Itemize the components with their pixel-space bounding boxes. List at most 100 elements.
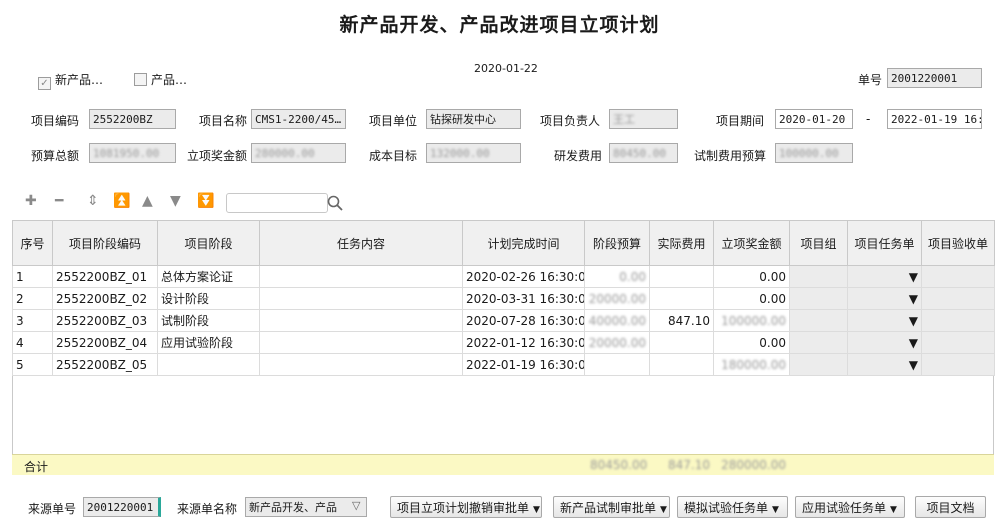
- budget-total-label: 预算总额: [31, 149, 80, 163]
- trial-budget-field[interactable]: 100000.00: [775, 143, 853, 163]
- due-time[interactable]: 2022-01-19 16:30:00: [462, 353, 585, 376]
- period-end-field[interactable]: 2022-01-19 16:3: [887, 109, 982, 129]
- table-row[interactable]: 1 2552200BZ_01 总体方案论证 2020-02-26 16:30:0…: [12, 265, 995, 288]
- stage-code[interactable]: 2552200BZ_05: [52, 353, 158, 376]
- move-top-icon[interactable]: ⏫: [113, 193, 130, 209]
- col-header[interactable]: 项目阶段编码: [52, 220, 158, 266]
- period-start-field[interactable]: 2020-01-20 1: [775, 109, 853, 129]
- stage-name[interactable]: 设计阶段: [157, 287, 260, 310]
- stage-name[interactable]: 总体方案论证: [157, 265, 260, 288]
- grid-search-input[interactable]: [226, 193, 328, 213]
- move-down-icon[interactable]: ▼: [170, 193, 181, 209]
- stage-name[interactable]: [157, 353, 260, 376]
- revoke-approval-button[interactable]: 项目立项计划撤销审批单 ▼: [390, 496, 542, 518]
- stage-name[interactable]: 应用试验阶段: [157, 331, 260, 354]
- task-content[interactable]: [259, 331, 463, 354]
- search-icon[interactable]: [327, 195, 343, 211]
- project-lead-field[interactable]: 王工: [609, 109, 678, 129]
- actual-cost[interactable]: [649, 287, 714, 310]
- dropdown-arrow-icon: ▼: [660, 505, 667, 515]
- task-content[interactable]: [259, 265, 463, 288]
- acceptance-order[interactable]: [921, 353, 995, 376]
- award-amount[interactable]: 100000.00: [713, 309, 790, 332]
- actual-cost[interactable]: [649, 265, 714, 288]
- actual-cost[interactable]: [649, 331, 714, 354]
- move-bottom-icon[interactable]: ⏬: [197, 193, 214, 209]
- project-name-field[interactable]: CMS1-2200/45…: [251, 109, 346, 129]
- col-header[interactable]: 立项奖金额: [713, 220, 790, 266]
- task-content[interactable]: [259, 287, 463, 310]
- stage-code[interactable]: 2552200BZ_01: [52, 265, 158, 288]
- total-row: [12, 454, 994, 475]
- stage-budget[interactable]: 20000.00: [584, 287, 650, 310]
- table-row[interactable]: 5 2552200BZ_05 2022-01-19 16:30:00 18000…: [12, 353, 995, 376]
- actual-cost[interactable]: [649, 353, 714, 376]
- table-row[interactable]: 4 2552200BZ_04 应用试验阶段 2022-01-12 16:30:0…: [12, 331, 995, 354]
- move-up-icon[interactable]: ▲: [142, 193, 153, 209]
- due-time[interactable]: 2020-07-28 16:30:00: [462, 309, 585, 332]
- task-order-select[interactable]: ▼: [847, 353, 922, 376]
- col-header[interactable]: 计划完成时间: [462, 220, 585, 266]
- project-group[interactable]: [789, 331, 848, 354]
- task-order-select[interactable]: ▼: [847, 309, 922, 332]
- stage-code[interactable]: 2552200BZ_03: [52, 309, 158, 332]
- col-header[interactable]: 实际费用: [649, 220, 714, 266]
- source-no-field[interactable]: 2001220001: [83, 497, 161, 517]
- remove-icon[interactable]: ━: [55, 193, 63, 209]
- due-time[interactable]: 2020-02-26 16:30:00: [462, 265, 585, 288]
- award-amount[interactable]: 180000.00: [713, 353, 790, 376]
- new-product-checkbox[interactable]: ✓ 新产品…: [38, 71, 103, 90]
- project-group[interactable]: [789, 309, 848, 332]
- simulation-task-button[interactable]: 模拟试验任务单 ▼: [677, 496, 788, 518]
- stage-name[interactable]: 试制阶段: [157, 309, 260, 332]
- task-order-select[interactable]: ▼: [847, 331, 922, 354]
- stage-budget[interactable]: 20000.00: [584, 331, 650, 354]
- stage-budget[interactable]: 40000.00: [584, 309, 650, 332]
- project-unit-field[interactable]: 钻探研发中心: [426, 109, 521, 129]
- award-amount[interactable]: 0.00: [713, 331, 790, 354]
- col-header[interactable]: 阶段预算: [584, 220, 650, 266]
- col-header[interactable]: 任务内容: [259, 220, 463, 266]
- doc-no-field[interactable]: 2001220001: [887, 68, 982, 88]
- task-order-select[interactable]: ▼: [847, 287, 922, 310]
- filter-icon[interactable]: ▽: [352, 499, 360, 512]
- due-time[interactable]: 2022-01-12 16:30:00: [462, 331, 585, 354]
- stage-budget[interactable]: [584, 353, 650, 376]
- col-header[interactable]: 项目阶段: [157, 220, 260, 266]
- acceptance-order[interactable]: [921, 309, 995, 332]
- stage-code[interactable]: 2552200BZ_04: [52, 331, 158, 354]
- project-group[interactable]: [789, 265, 848, 288]
- due-time[interactable]: 2020-03-31 16:30:00: [462, 287, 585, 310]
- project-group[interactable]: [789, 287, 848, 310]
- project-code-field[interactable]: 2552200BZ: [89, 109, 176, 129]
- table-row[interactable]: 2 2552200BZ_02 设计阶段 2020-03-31 16:30:00 …: [12, 287, 995, 310]
- col-header[interactable]: 序号: [12, 220, 53, 266]
- actual-cost[interactable]: 847.10: [649, 309, 714, 332]
- add-icon[interactable]: ✚: [25, 193, 37, 209]
- acceptance-order[interactable]: [921, 287, 995, 310]
- product-improve-checkbox[interactable]: 产品…: [134, 71, 187, 88]
- col-header[interactable]: 项目组: [789, 220, 848, 266]
- col-header[interactable]: 项目验收单: [921, 220, 995, 266]
- trial-approval-button[interactable]: 新产品试制审批单 ▼: [553, 496, 670, 518]
- acceptance-order[interactable]: [921, 331, 995, 354]
- stage-budget[interactable]: 0.00: [584, 265, 650, 288]
- task-content[interactable]: [259, 353, 463, 376]
- cost-target-field[interactable]: 132000.00: [426, 143, 521, 163]
- project-docs-button[interactable]: 项目文档: [915, 496, 986, 518]
- budget-total-field[interactable]: 1081950.00: [89, 143, 176, 163]
- acceptance-order[interactable]: [921, 265, 995, 288]
- move-icon[interactable]: ⇕: [87, 193, 99, 209]
- project-group[interactable]: [789, 353, 848, 376]
- table-row[interactable]: 3 2552200BZ_03 试制阶段 2020-07-28 16:30:00 …: [12, 309, 995, 332]
- source-name-field[interactable]: 新产品开发、产品: [245, 497, 367, 517]
- rd-cost-field[interactable]: 80450.00: [609, 143, 678, 163]
- award-amount[interactable]: 0.00: [713, 287, 790, 310]
- award-amount-field[interactable]: 280000.00: [251, 143, 346, 163]
- application-task-button[interactable]: 应用试验任务单 ▼: [795, 496, 905, 518]
- col-header[interactable]: 项目任务单: [847, 220, 922, 266]
- stage-code[interactable]: 2552200BZ_02: [52, 287, 158, 310]
- task-content[interactable]: [259, 309, 463, 332]
- task-order-select[interactable]: ▼: [847, 265, 922, 288]
- award-amount[interactable]: 0.00: [713, 265, 790, 288]
